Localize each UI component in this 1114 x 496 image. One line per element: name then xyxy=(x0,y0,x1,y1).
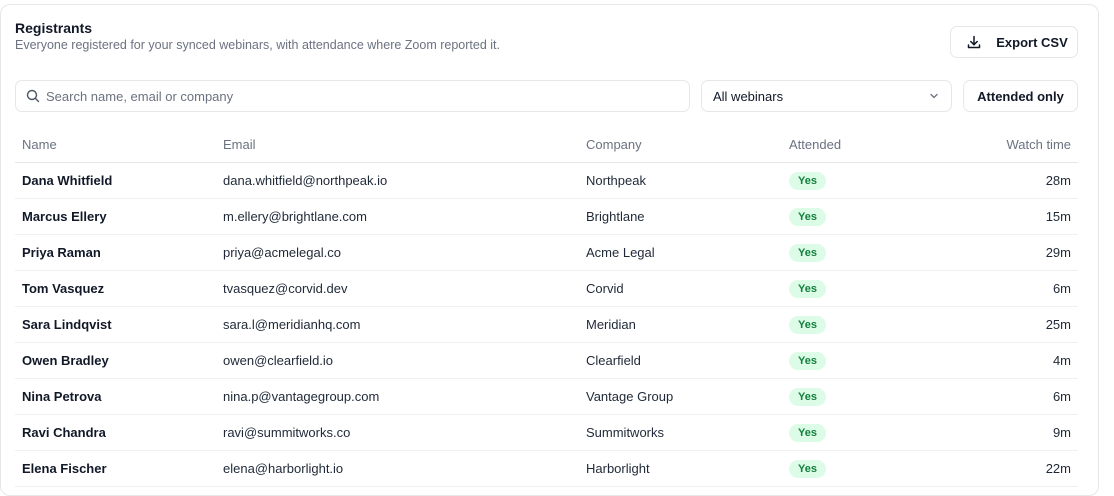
registrant-email: m.ellery@brightlane.com xyxy=(216,198,579,235)
registrant-company: Summitworks xyxy=(579,414,782,451)
column-header-watch-time[interactable]: Watch time xyxy=(936,126,1078,163)
attended-only-button[interactable]: Attended only xyxy=(963,80,1078,112)
registrant-email: nina.p@vantagegroup.com xyxy=(216,378,579,415)
registrant-name: Owen Bradley xyxy=(15,342,216,379)
watch-time: 4m xyxy=(936,342,1078,379)
attended-badge: Yes xyxy=(789,351,826,370)
registrant-email: ravi@summitworks.co xyxy=(216,414,579,451)
table-row[interactable]: Owen Bradley owen@clearfield.io Clearfield… xyxy=(15,342,1078,379)
download-icon xyxy=(966,34,982,50)
column-header-email[interactable]: Email xyxy=(216,126,579,163)
registrant-company: Meridian xyxy=(579,306,782,343)
search-input[interactable] xyxy=(46,88,689,104)
table-row[interactable]: Sara Lindqvist sara.l@meridianhq.com Merid… xyxy=(15,306,1078,343)
attended-badge: Yes xyxy=(789,315,826,334)
watch-time: 6m xyxy=(936,270,1078,307)
attended-cell: Yes xyxy=(782,234,936,271)
registrant-email: owen@clearfield.io xyxy=(216,342,579,379)
table-header-row: Name Email Company Attended Watch time xyxy=(15,126,1078,163)
attended-badge: Yes xyxy=(789,171,826,190)
registrant-company: Vantage Group xyxy=(579,378,782,415)
registrant-name: Elena Fischer xyxy=(15,450,216,487)
table-row[interactable]: Tom Vasquez tvasquez@corvid.dev Corvid Yes 6… xyxy=(15,270,1078,307)
search-box[interactable] xyxy=(15,80,690,112)
page-title: Registrants xyxy=(15,20,93,36)
registrant-company: Clearfield xyxy=(579,342,782,379)
registrant-email: sara.l@meridianhq.com xyxy=(216,306,579,343)
registrant-company: Brightlane xyxy=(579,198,782,235)
table-row[interactable]: Elena Fischer elena@harborlight.io Harborl… xyxy=(15,450,1078,487)
attended-cell: Yes xyxy=(782,270,936,307)
registrant-name: Nina Petrova xyxy=(15,378,216,415)
registrant-name: Sara Lindqvist xyxy=(15,306,216,343)
attended-cell: Yes xyxy=(782,306,936,343)
registrant-name: Tom Vasquez xyxy=(15,270,216,307)
attended-cell: Yes xyxy=(782,414,936,451)
attended-cell: Yes xyxy=(782,342,936,379)
watch-time: 22m xyxy=(936,450,1078,487)
watch-time: 6m xyxy=(936,378,1078,415)
column-header-attended[interactable]: Attended xyxy=(782,126,936,163)
page-subtitle: Everyone registered for your synced webi… xyxy=(15,38,500,52)
search-icon xyxy=(26,89,40,103)
attended-cell: Yes xyxy=(782,378,936,415)
webinar-filter-select[interactable]: All webinars xyxy=(701,80,952,112)
attended-badge: Yes xyxy=(789,459,826,478)
registrant-email: dana.whitfield@northpeak.io xyxy=(216,162,579,199)
table-row[interactable]: Nina Petrova nina.p@vantagegroup.com Vanta… xyxy=(15,378,1078,415)
attended-cell: Yes xyxy=(782,450,936,487)
registrant-name: Marcus Ellery xyxy=(15,198,216,235)
registrant-email: tvasquez@corvid.dev xyxy=(216,270,579,307)
watch-time: 28m xyxy=(936,162,1078,199)
watch-time: 25m xyxy=(936,306,1078,343)
attended-badge: Yes xyxy=(789,423,826,442)
attended-cell: Yes xyxy=(782,198,936,235)
webinar-filter-value: All webinars xyxy=(713,88,784,104)
registrant-company: Corvid xyxy=(579,270,782,307)
registrants-table: Name Email Company Attended Watch time D… xyxy=(15,126,1078,487)
attended-only-label: Attended only xyxy=(977,88,1064,104)
registrant-company: Harborlight xyxy=(579,450,782,487)
registrant-company: Northpeak xyxy=(579,162,782,199)
registrant-name: Priya Raman xyxy=(15,234,216,271)
watch-time: 15m xyxy=(936,198,1078,235)
table-row[interactable]: Dana Whitfield dana.whitfield@northpeak.i… xyxy=(15,162,1078,199)
registrant-name: Dana Whitfield xyxy=(15,162,216,199)
registrant-email: elena@harborlight.io xyxy=(216,450,579,487)
column-header-name[interactable]: Name xyxy=(15,126,216,163)
table-row[interactable]: Marcus Ellery m.ellery@brightlane.com Brig… xyxy=(15,198,1078,235)
chevron-down-icon xyxy=(928,90,940,102)
registrant-email: priya@acmelegal.co xyxy=(216,234,579,271)
registrant-company: Acme Legal xyxy=(579,234,782,271)
table-row[interactable]: Ravi Chandra ravi@summitworks.co Summitwor… xyxy=(15,414,1078,451)
watch-time: 29m xyxy=(936,234,1078,271)
attended-badge: Yes xyxy=(789,243,826,262)
watch-time: 9m xyxy=(936,414,1078,451)
attended-badge: Yes xyxy=(789,207,826,226)
table-body: Dana Whitfield dana.whitfield@northpeak.i… xyxy=(15,162,1078,487)
table-row[interactable]: Priya Raman priya@acmelegal.co Acme Legal Y… xyxy=(15,234,1078,271)
registrant-name: Ravi Chandra xyxy=(15,414,216,451)
card-header: Registrants Everyone registered for your… xyxy=(15,20,500,53)
column-header-company[interactable]: Company xyxy=(579,126,782,163)
export-csv-label: Export CSV xyxy=(996,34,1068,50)
attended-badge: Yes xyxy=(789,387,826,406)
export-csv-button[interactable]: Export CSV xyxy=(950,26,1078,58)
attended-cell: Yes xyxy=(782,162,936,199)
attended-badge: Yes xyxy=(789,279,826,298)
